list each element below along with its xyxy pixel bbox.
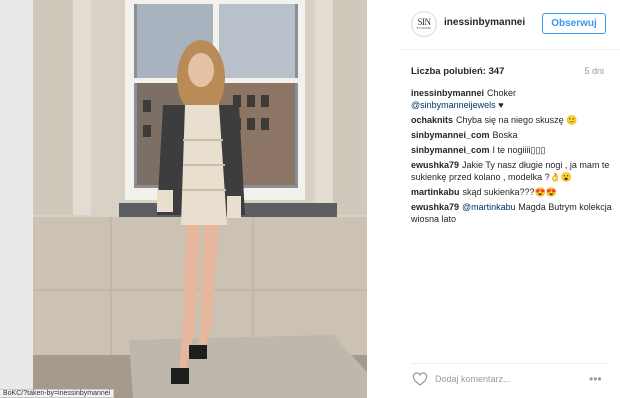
add-comment-input[interactable]: Dodaj komentarz...: [435, 374, 511, 384]
instagram-post-page: SIN BYMANNEI inessinbymannei Obserwuj Li…: [0, 0, 620, 398]
avatar-logo-subtext: BYMANNEI: [416, 27, 432, 30]
comment-item: inessinbymannei Choker @sinbymanneijewels…: [411, 87, 616, 111]
comment-user[interactable]: martinkabu: [411, 187, 460, 197]
mention-link[interactable]: @martinkabu: [462, 202, 516, 212]
avatar-logo-text: SIN: [417, 17, 431, 27]
more-options-icon[interactable]: •••: [589, 372, 602, 386]
comment-item: ewushka79 @martinkabu Magda Butrym kolekc…: [411, 201, 616, 225]
footer-divider: [411, 363, 606, 364]
comment-text: skąd sukienka???😍😍: [462, 187, 557, 197]
post-timestamp[interactable]: 5 dni: [584, 66, 604, 76]
post-sidebar: SIN BYMANNEI inessinbymannei Obserwuj Li…: [401, 0, 620, 398]
comment-user[interactable]: ochaknits: [411, 115, 453, 125]
comment-user[interactable]: sinbymannei_com: [411, 130, 490, 140]
comment-user[interactable]: sinbymannei_com: [411, 145, 490, 155]
heart-icon[interactable]: [412, 372, 428, 386]
comment-item: sinbymannei_com I te nogiiii▯▯▯: [411, 144, 616, 156]
comment-user[interactable]: ewushka79: [411, 160, 459, 170]
follow-button[interactable]: Obserwuj: [542, 13, 606, 34]
likes-count[interactable]: Liczba polubień: 347: [411, 66, 504, 77]
page-margin: [0, 0, 33, 398]
photo-illustration: [33, 0, 367, 398]
comment-item: ochaknits Chyba się na niego skuszę 🙂: [411, 114, 616, 126]
comment-tail: ♥: [495, 100, 504, 110]
post-header: SIN BYMANNEI inessinbymannei Obserwuj: [401, 0, 620, 50]
status-url-bar: BoKC/?taken-by=inessinbymannei: [0, 389, 115, 398]
mention-link[interactable]: @sinbymanneijewels: [411, 100, 496, 110]
comment-item: sinbymannei_com Boska: [411, 129, 616, 141]
comment-text: Chyba się na niego skuszę 🙂: [456, 115, 578, 125]
comment-user[interactable]: inessinbymannei: [411, 88, 484, 98]
comments-list: inessinbymannei Choker @sinbymanneijewels…: [411, 87, 616, 228]
comment-item: ewushka79 Jakie Ty nasz długie nogi , ja …: [411, 159, 616, 183]
avatar[interactable]: SIN BYMANNEI: [411, 11, 437, 37]
post-photo[interactable]: [33, 0, 367, 398]
comment-text: Choker: [487, 88, 517, 98]
comment-item: martinkabu skąd sukienka???😍😍: [411, 186, 616, 198]
comment-text: Boska: [492, 130, 518, 140]
comment-text: I te nogiiii▯▯▯: [492, 145, 546, 155]
post-username[interactable]: inessinbymannei: [444, 17, 525, 28]
comment-user[interactable]: ewushka79: [411, 202, 459, 212]
